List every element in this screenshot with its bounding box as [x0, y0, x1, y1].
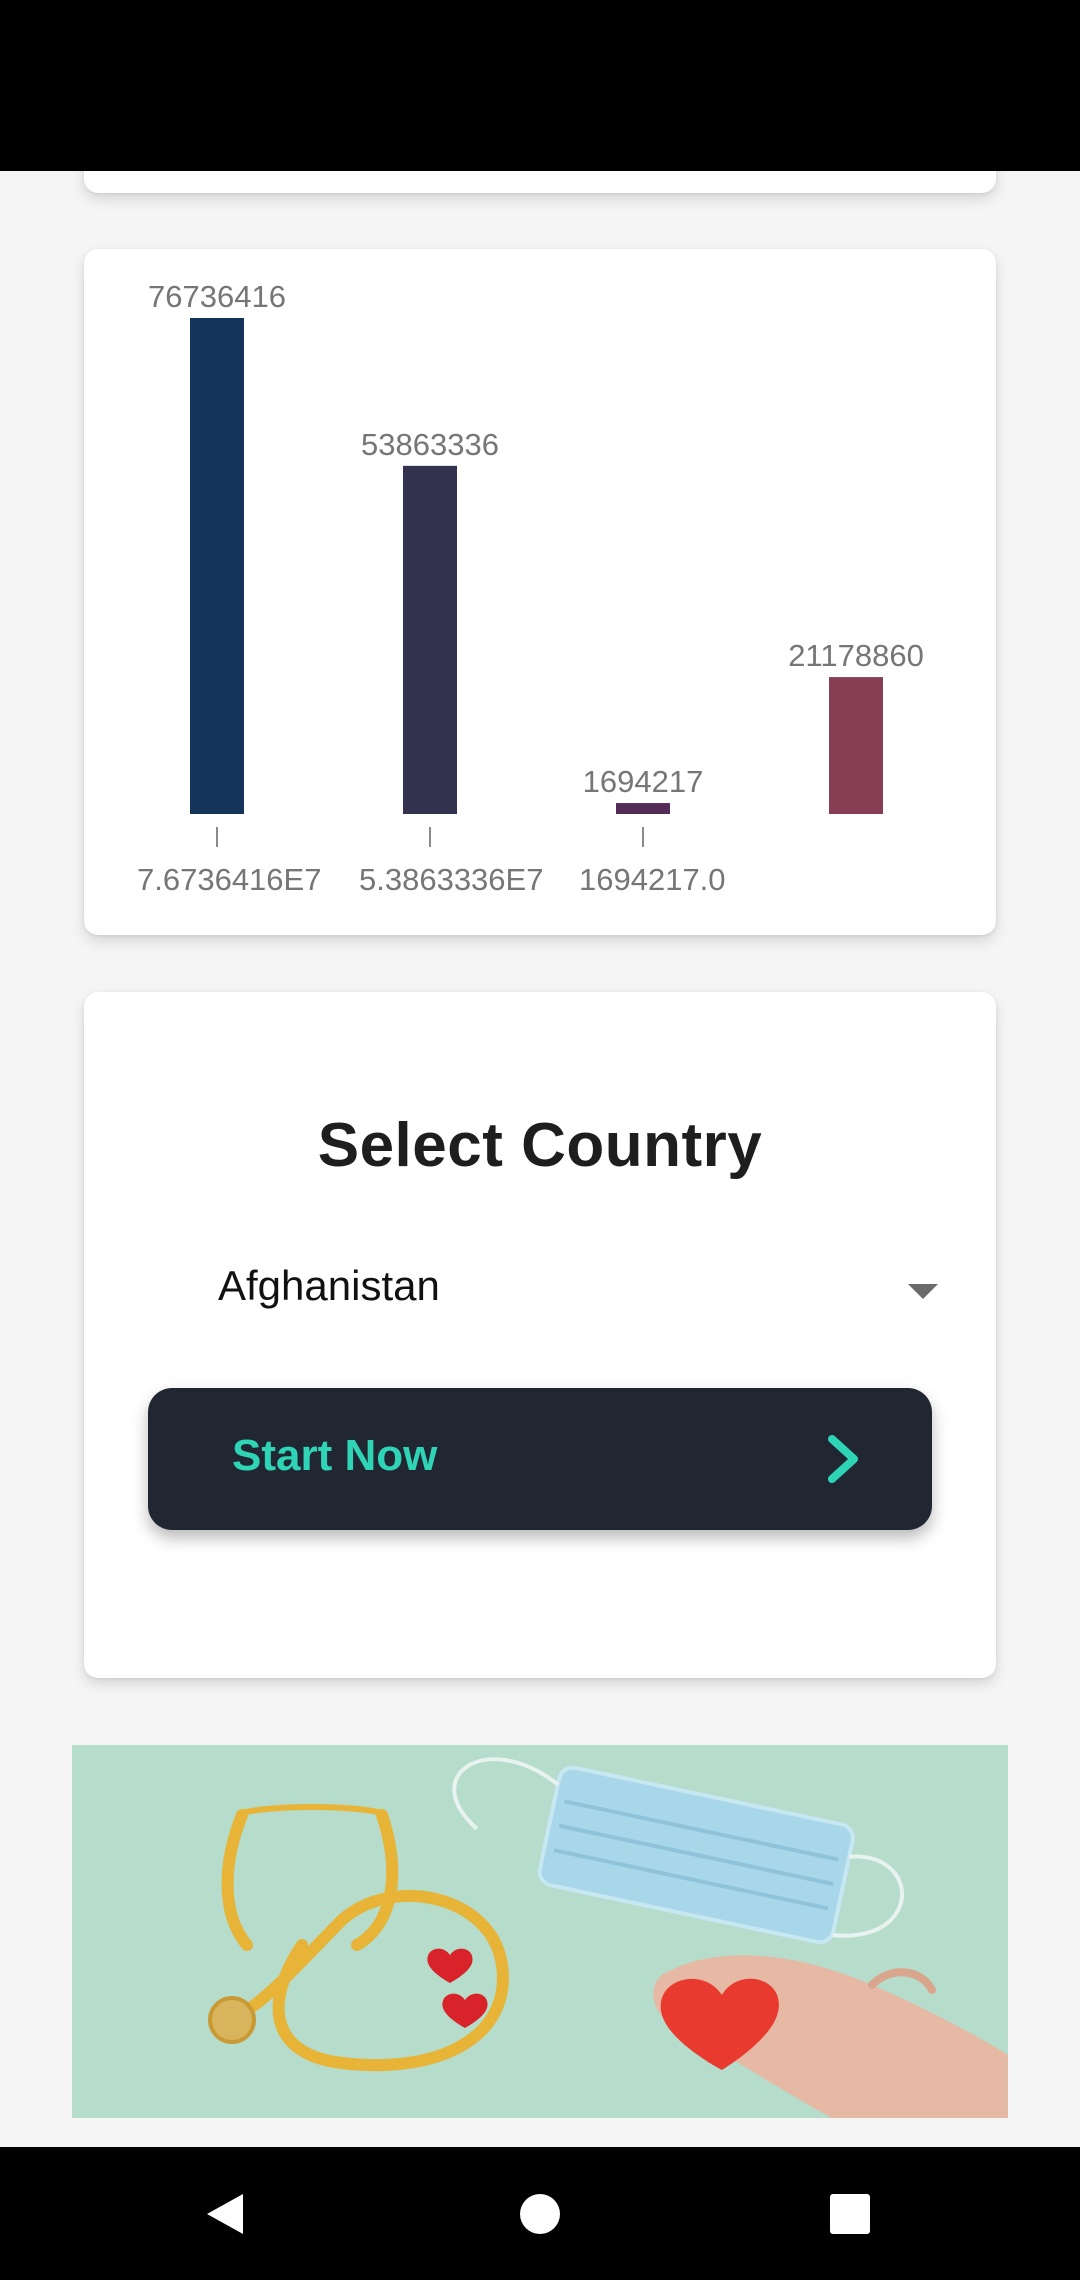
start-now-button[interactable]: Start Now	[148, 1388, 932, 1530]
x-axis-tick-label: 7.6736416E7	[137, 862, 321, 897]
select-country-title: Select Country	[317, 1111, 763, 1180]
back-button[interactable]	[165, 2147, 285, 2280]
chart-bar-3	[616, 803, 670, 814]
stethoscope-mask-hearts-image	[72, 1745, 1008, 2118]
main-content[interactable]: 76736416 53863336 1694217 21178860 7.6736416…	[0, 171, 1080, 2147]
chart-bar-2	[403, 465, 457, 814]
banner-illustration	[72, 1745, 1008, 2118]
recent-apps-icon	[830, 2193, 870, 2234]
chevron-right-icon	[828, 1435, 858, 1483]
recent-apps-button[interactable]	[790, 2147, 910, 2280]
bar-value-label: 76736416	[148, 279, 286, 314]
bar-chart: 76736416 53863336 1694217 21178860 7.6736416…	[137, 279, 924, 897]
start-now-label: Start Now	[232, 1431, 438, 1480]
x-axis-tick-label: 1694217.0	[579, 862, 726, 897]
back-icon	[207, 2193, 243, 2234]
home-icon	[520, 2193, 560, 2234]
previous-card	[84, 171, 996, 193]
bar-value-label: 1694217	[583, 764, 704, 799]
select-country-card: Select Country Afghanistan Start Now	[84, 992, 996, 1678]
navigation-bar	[0, 2147, 1080, 2280]
bar-value-label: 21178860	[788, 638, 924, 673]
country-dropdown[interactable]: Afghanistan	[218, 1250, 938, 1334]
status-bar	[0, 0, 1080, 171]
selected-country: Afghanistan	[218, 1262, 440, 1309]
bar-chart-card: 76736416 53863336 1694217 21178860 7.6736416…	[84, 249, 996, 935]
chart-bar-1	[190, 318, 244, 814]
dropdown-arrow-icon	[908, 1284, 938, 1299]
bar-value-label: 53863336	[361, 427, 499, 462]
x-axis-tick-label: 5.3863336E7	[359, 862, 543, 897]
home-button[interactable]	[480, 2147, 600, 2280]
chart-bar-4	[829, 677, 883, 814]
